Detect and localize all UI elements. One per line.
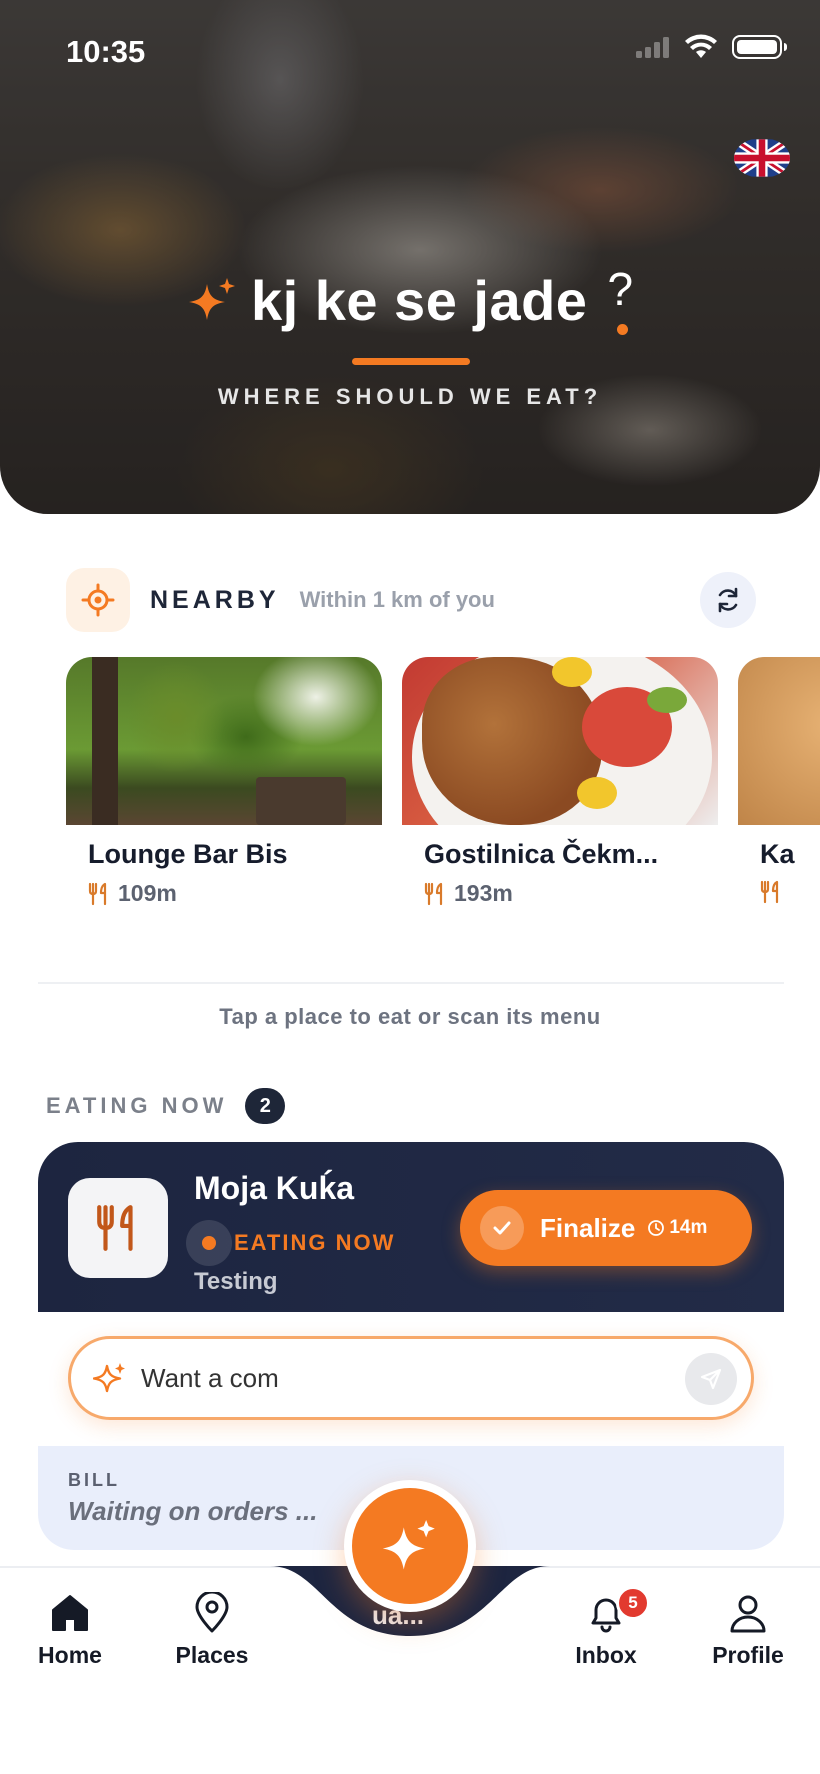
wifi-icon <box>685 34 717 58</box>
inbox-badge: 5 <box>616 1586 650 1620</box>
eating-now-card[interactable]: Moja Kuḱa EATING NOW Testing Finalize 14… <box>38 1142 784 1312</box>
timer: 14m <box>647 1217 707 1239</box>
user-icon <box>730 1595 766 1633</box>
hero-subtitle: WHERE SHOULD WE EAT? <box>217 384 603 409</box>
status-icons <box>636 34 787 60</box>
bill-label: BILL <box>68 1470 120 1490</box>
sparkle-icon <box>382 1519 435 1570</box>
bill-status: Waiting on orders ... <box>68 1496 318 1526</box>
place-card[interactable]: Ka <box>738 657 820 904</box>
place-name: Lounge Bar Bis <box>88 839 288 869</box>
nearby-carousel[interactable]: Lounge Bar Bis 109m Gostilnica Čekm... 1… <box>66 657 820 917</box>
tab-profile[interactable]: Profile <box>688 1592 808 1669</box>
place-distance: 109m <box>88 880 382 907</box>
location-icon <box>66 568 130 632</box>
restaurant-name: Moja Kuḱa <box>194 1170 355 1206</box>
live-dot-icon <box>186 1220 232 1266</box>
place-photo <box>66 657 382 825</box>
place-card[interactable]: Gostilnica Čekm... 193m <box>402 657 718 907</box>
send-button[interactable] <box>685 1353 737 1405</box>
send-icon <box>700 1368 722 1390</box>
nearby-title: NEARBY <box>150 585 280 614</box>
place-distance: 193m <box>424 880 718 907</box>
place-name: Ka <box>760 839 795 869</box>
eating-now-count: 2 <box>245 1088 286 1124</box>
app-title: kj ke se jade <box>250 269 588 332</box>
nearby-hint: Tap a place to eat or scan its menu <box>219 1004 601 1029</box>
title-underline <box>352 358 470 365</box>
tab-places[interactable]: Places <box>152 1592 272 1669</box>
place-photo <box>738 657 820 825</box>
eating-status-label: EATING NOW <box>234 1230 396 1255</box>
clock-icon <box>648 1220 665 1236</box>
check-icon <box>480 1206 524 1250</box>
sparkle-icon <box>93 1363 125 1393</box>
tab-home[interactable]: Home <box>10 1592 130 1669</box>
sparkle-icon <box>188 277 235 320</box>
status-time: 10:35 <box>66 34 146 69</box>
place-distance <box>760 880 820 904</box>
fork-knife-icon <box>88 882 107 905</box>
map-pin-icon <box>195 1592 229 1633</box>
place-photo <box>402 657 718 825</box>
fork-knife-icon <box>760 880 779 904</box>
home-icon <box>52 1595 88 1631</box>
eating-now-header: EATING NOW 2 <box>46 1088 286 1124</box>
fork-knife-icon <box>424 882 443 905</box>
refresh-button[interactable] <box>700 572 756 628</box>
finalize-button[interactable]: Finalize 14m <box>460 1190 752 1266</box>
refresh-icon <box>718 587 738 613</box>
brand-row: kj ke se jade ? <box>0 263 820 335</box>
title-question-mark: ? <box>607 262 634 335</box>
eating-now-title: EATING NOW <box>46 1093 228 1118</box>
tab-inbox[interactable]: 5 Inbox <box>546 1586 666 1669</box>
ai-assistant-button[interactable] <box>344 1480 476 1612</box>
ai-prompt-bar[interactable] <box>68 1336 754 1420</box>
place-name: Gostilnica Čekm... <box>424 839 659 869</box>
nearby-header: NEARBY Within 1 km of you <box>66 568 756 632</box>
ai-prompt-input[interactable] <box>141 1362 661 1394</box>
eating-status: EATING NOW <box>186 1220 396 1266</box>
cellular-icon <box>636 37 669 58</box>
hero-banner: 10:35 kj ke se jade ? WHERE SHOULD WE EA… <box>0 0 820 514</box>
session-note: Testing <box>194 1268 278 1295</box>
restaurant-icon <box>68 1178 168 1278</box>
nearby-subtitle: Within 1 km of you <box>299 587 495 612</box>
finalize-label: Finalize <box>540 1212 636 1243</box>
section-divider <box>38 982 784 984</box>
place-card[interactable]: Lounge Bar Bis 109m <box>66 657 382 907</box>
uk-flag-icon[interactable] <box>734 138 790 178</box>
battery-icon <box>732 35 787 59</box>
